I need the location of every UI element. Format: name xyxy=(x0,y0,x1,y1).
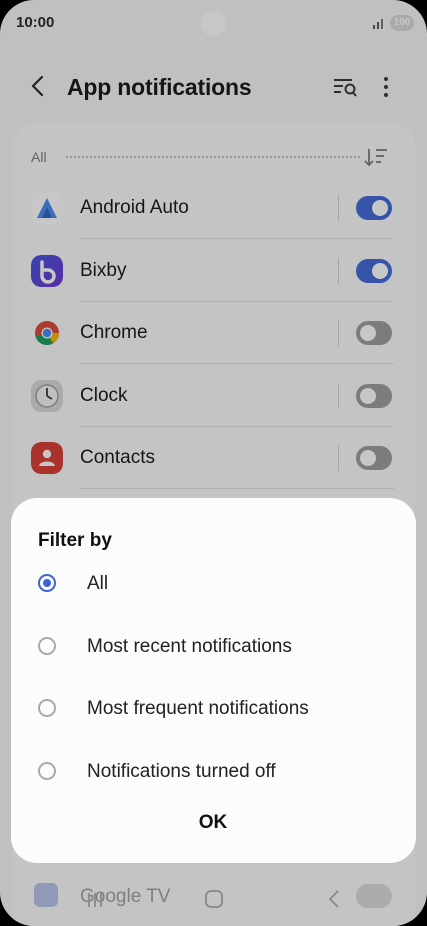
option-label: Most frequent notifications xyxy=(87,698,309,719)
option-label: Most recent notifications xyxy=(87,636,292,657)
filter-option-most-recent[interactable]: Most recent notifications xyxy=(11,623,416,673)
phone-screen: 10:00 100 App notifications All Android … xyxy=(0,0,427,926)
filter-option-most-frequent[interactable]: Most frequent notifications xyxy=(11,685,416,735)
radio-button[interactable] xyxy=(38,637,56,655)
filter-option-turned-off[interactable]: Notifications turned off xyxy=(11,748,416,798)
dialog-title: Filter by xyxy=(38,530,112,551)
filter-dialog: Filter by All Most recent notifications … xyxy=(11,498,416,863)
recent-apps-icon[interactable] xyxy=(85,890,105,910)
ok-button[interactable]: OK xyxy=(181,809,245,837)
home-icon[interactable] xyxy=(204,889,224,909)
option-label: Notifications turned off xyxy=(87,761,276,782)
radio-button[interactable] xyxy=(38,762,56,780)
filter-option-all[interactable]: All xyxy=(11,560,416,610)
navigation-bar xyxy=(0,875,427,923)
radio-button[interactable] xyxy=(38,574,56,592)
option-label: All xyxy=(87,573,109,594)
radio-button[interactable] xyxy=(38,699,56,717)
nav-back-icon[interactable] xyxy=(326,889,342,909)
